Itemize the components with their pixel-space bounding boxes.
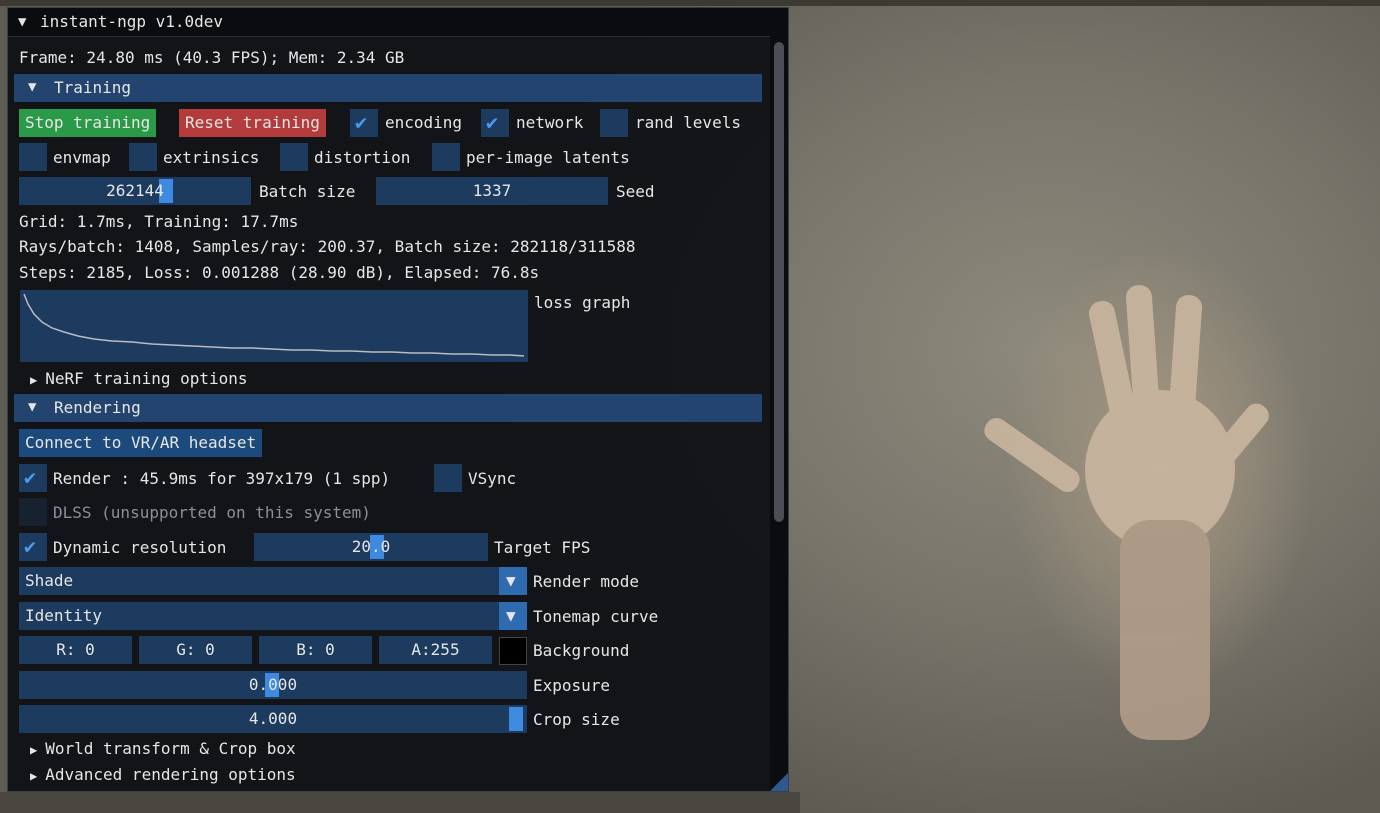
checkmark-icon: ✔ <box>355 110 368 134</box>
connect-vr-button[interactable]: Connect to VR/AR headset <box>19 429 263 457</box>
encoding-label: encoding <box>385 113 463 132</box>
tonemap-curve-label: Tonemap curve <box>533 607 659 626</box>
grid-timing: Grid: 1.7ms, Training: 17.7ms <box>19 212 299 231</box>
advanced-rendering-label: Advanced rendering options <box>45 765 296 784</box>
background-a-input[interactable]: A:255 <box>379 636 492 664</box>
seed-input[interactable]: 1337 <box>376 177 608 205</box>
tonemap-value: Identity <box>25 606 103 625</box>
exposure-label: Exposure <box>533 676 611 695</box>
background-b-input[interactable]: B: 0 <box>259 636 372 664</box>
resize-grip-icon[interactable] <box>770 773 788 791</box>
training-header[interactable]: ▼ Training <box>14 74 762 102</box>
steps-stats: Steps: 2185, Loss: 0.001288 (28.90 dB), … <box>19 263 540 282</box>
encoding-checkbox[interactable]: ✔ <box>350 109 378 137</box>
loss-graph-label: loss graph <box>534 293 631 312</box>
collapse-arrow-icon[interactable]: ▼ <box>18 14 26 30</box>
envmap-label: envmap <box>53 148 111 167</box>
network-checkbox[interactable]: ✔ <box>481 109 509 137</box>
envmap-checkbox[interactable] <box>19 143 47 171</box>
distortion-checkbox[interactable] <box>280 143 308 171</box>
batch-size-input[interactable]: 262144 <box>19 177 251 205</box>
window-titlebar[interactable]: ▼ instant-ngp v1.0dev <box>8 8 788 37</box>
batch-size-label: Batch size <box>259 182 356 201</box>
render-label: Render : 45.9ms for 397x179 (1 spp) <box>53 469 391 488</box>
rand-levels-label: rand levels <box>635 113 741 132</box>
vsync-checkbox[interactable] <box>434 464 462 492</box>
scrollbar-thumb[interactable] <box>774 42 784 522</box>
render-mode-value: Shade <box>25 571 74 590</box>
collapsed-arrow-icon: ▶ <box>30 769 38 783</box>
window-scrollbar[interactable] <box>770 36 788 791</box>
collapsed-arrow-icon: ▶ <box>30 743 38 757</box>
stop-training-button[interactable]: Stop training <box>19 109 157 137</box>
batch-size-value: 262144 <box>106 181 164 200</box>
distortion-label: distortion <box>314 148 411 167</box>
reset-training-button[interactable]: Reset training <box>179 109 326 137</box>
collapsed-arrow-icon: ▶ <box>30 373 38 387</box>
background-r-input[interactable]: R: 0 <box>19 636 132 664</box>
extrinsics-label: extrinsics <box>163 148 260 167</box>
frame-stats: Frame: 24.80 ms (40.3 FPS); Mem: 2.34 GB <box>19 48 405 67</box>
seed-label: Seed <box>616 182 655 201</box>
rays-stats: Rays/batch: 1408, Samples/ray: 200.37, B… <box>19 237 636 256</box>
dynamic-resolution-checkbox[interactable]: ✔ <box>19 533 47 561</box>
target-fps-value: 20.0 <box>351 537 391 556</box>
exposure-value: 0.000 <box>248 675 298 694</box>
per-image-latents-label: per-image latents <box>466 148 630 167</box>
rand-levels-checkbox[interactable] <box>600 109 628 137</box>
background-g-input[interactable]: G: 0 <box>139 636 252 664</box>
crop-size-value: 4.000 <box>248 709 298 728</box>
checkmark-icon: ✔ <box>24 534 37 558</box>
rendering-header[interactable]: ▼ Rendering <box>14 394 762 422</box>
exposure-slider[interactable]: 0.000 <box>19 671 527 699</box>
render-mode-label: Render mode <box>533 572 639 591</box>
slider-grab[interactable] <box>509 707 523 731</box>
nerf-training-options-tree[interactable]: ▶ NeRF training options <box>30 369 248 388</box>
network-label: network <box>516 113 584 132</box>
render-mode-dropdown[interactable]: Shade ▼ <box>19 567 527 595</box>
window-title: instant-ngp v1.0dev <box>40 12 224 31</box>
dropdown-arrow-icon[interactable]: ▼ <box>499 567 527 595</box>
background-label: Background <box>533 641 630 660</box>
checkmark-icon: ✔ <box>486 110 499 134</box>
tonemap-curve-dropdown[interactable]: Identity ▼ <box>19 602 527 630</box>
background-color-swatch[interactable] <box>499 637 527 665</box>
expanded-arrow-icon: ▼ <box>28 79 37 95</box>
extrinsics-checkbox[interactable] <box>129 143 157 171</box>
expanded-arrow-icon: ▼ <box>28 399 37 415</box>
dynamic-resolution-label: Dynamic resolution <box>53 538 227 557</box>
rendering-header-label: Rendering <box>54 398 141 417</box>
per-image-latents-checkbox[interactable] <box>432 143 460 171</box>
hand-shape <box>984 285 1269 740</box>
world-transform-tree[interactable]: ▶ World transform & Crop box <box>30 739 296 758</box>
checkmark-icon: ✔ <box>24 465 37 489</box>
seed-value: 1337 <box>472 181 512 200</box>
dropdown-arrow-icon[interactable]: ▼ <box>499 602 527 630</box>
loss-curve <box>23 293 525 357</box>
loss-graph[interactable] <box>20 290 528 362</box>
vsync-label: VSync <box>468 469 517 488</box>
dlss-label: DLSS (unsupported on this system) <box>53 503 371 522</box>
dlss-checkbox <box>19 498 47 526</box>
crop-size-slider[interactable]: 4.000 <box>19 705 527 733</box>
target-fps-label: Target FPS <box>494 538 591 557</box>
crop-size-label: Crop size <box>533 710 620 729</box>
training-header-label: Training <box>54 78 132 97</box>
viewport-bottom-edge <box>0 792 800 813</box>
nerf-options-label: NeRF training options <box>45 369 248 388</box>
world-transform-label: World transform & Crop box <box>45 739 296 758</box>
advanced-rendering-tree[interactable]: ▶ Advanced rendering options <box>30 765 296 784</box>
target-fps-input[interactable]: 20.0 <box>254 533 488 561</box>
render-checkbox[interactable]: ✔ <box>19 464 47 492</box>
instant-ngp-window[interactable]: ▼ instant-ngp v1.0dev Frame: 24.80 ms (4… <box>7 7 789 792</box>
